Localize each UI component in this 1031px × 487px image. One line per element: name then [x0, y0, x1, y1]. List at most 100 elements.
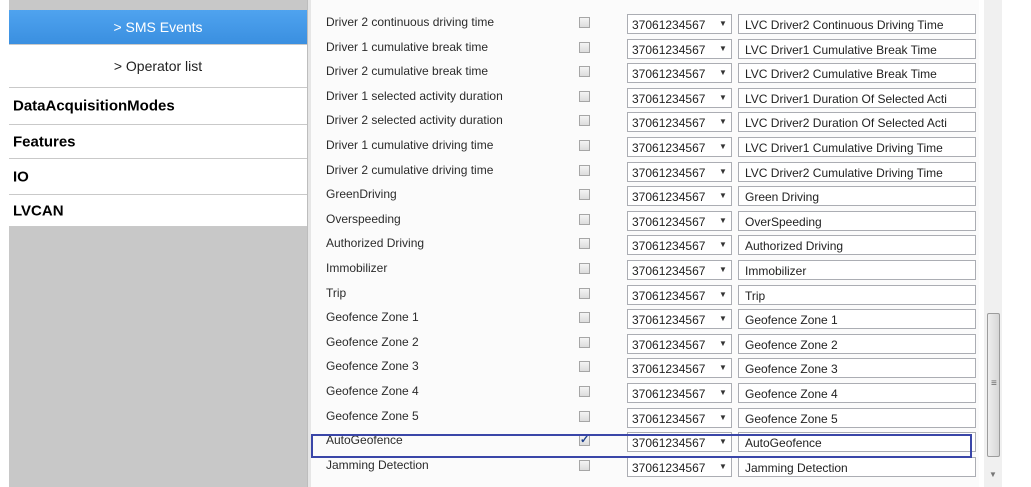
sms-text-field[interactable]: Green Driving	[738, 186, 976, 206]
chevron-down-icon[interactable]: ▼	[715, 15, 731, 33]
enable-checkbox[interactable]	[579, 460, 590, 471]
chevron-down-icon[interactable]: ▼	[715, 359, 731, 377]
event-name: Geofence Zone 3	[326, 359, 419, 373]
sms-text-value: Authorized Driving	[745, 239, 844, 253]
enable-checkbox[interactable]	[579, 312, 590, 323]
enable-checkbox[interactable]	[579, 42, 590, 53]
chevron-down-icon[interactable]: ▼	[715, 64, 731, 82]
sms-text-field[interactable]: Trip	[738, 285, 976, 305]
nav-item-dataacquisitionmodes[interactable]: DataAcquisitionModes	[9, 88, 307, 125]
phone-number-dropdown[interactable]: 37061234567 ▼	[627, 88, 732, 108]
chevron-down-icon[interactable]: ▼	[715, 187, 731, 205]
phone-number-dropdown[interactable]: 37061234567 ▼	[627, 260, 732, 280]
enable-checkbox[interactable]	[579, 214, 590, 225]
phone-number-value: 37061234567	[632, 436, 706, 450]
chevron-down-icon[interactable]: ▼	[715, 335, 731, 353]
phone-number-dropdown[interactable]: 37061234567 ▼	[627, 457, 732, 477]
enable-checkbox[interactable]	[579, 386, 590, 397]
phone-number-dropdown[interactable]: 37061234567 ▼	[627, 112, 732, 132]
chevron-down-icon[interactable]: ▼	[715, 89, 731, 107]
enable-checkbox[interactable]	[579, 165, 590, 176]
enable-checkbox[interactable]	[579, 115, 590, 126]
table-row: Geofence Zone 2 37061234567 ▼ Geofence Zone…	[311, 332, 979, 356]
scroll-down-arrow-icon[interactable]: ▼	[989, 470, 997, 479]
chevron-down-icon[interactable]: ▼	[715, 40, 731, 58]
sms-text-field[interactable]: LVC Driver1 Cumulative Break Time	[738, 39, 976, 59]
sms-text-field[interactable]: OverSpeeding	[738, 211, 976, 231]
enable-checkbox[interactable]	[579, 66, 590, 77]
chevron-down-icon[interactable]: ▼	[715, 286, 731, 304]
phone-number-dropdown[interactable]: 37061234567 ▼	[627, 137, 732, 157]
sms-text-field[interactable]: Authorized Driving	[738, 235, 976, 255]
nav-item-io[interactable]: IO	[9, 159, 307, 195]
event-name: GreenDriving	[326, 187, 397, 201]
phone-number-dropdown[interactable]: 37061234567 ▼	[627, 14, 732, 34]
sms-text-value: LVC Driver1 Cumulative Driving Time	[745, 141, 943, 155]
chevron-down-icon[interactable]: ▼	[715, 458, 731, 476]
chevron-down-icon[interactable]: ▼	[715, 261, 731, 279]
sms-text-field[interactable]: LVC Driver1 Duration Of Selected Acti	[738, 88, 976, 108]
enable-checkbox[interactable]	[579, 288, 590, 299]
chevron-down-icon[interactable]: ▼	[715, 113, 731, 131]
sms-text-field[interactable]: LVC Driver2 Continuous Driving Time	[738, 14, 976, 34]
phone-number-dropdown[interactable]: 37061234567 ▼	[627, 432, 732, 452]
sms-text-field[interactable]: Geofence Zone 2	[738, 334, 976, 354]
phone-number-dropdown[interactable]: 37061234567 ▼	[627, 39, 732, 59]
sms-text-field[interactable]: LVC Driver2 Cumulative Driving Time	[738, 162, 976, 182]
sms-text-field[interactable]: Geofence Zone 1	[738, 309, 976, 329]
enable-checkbox[interactable]	[579, 238, 590, 249]
nav-item-label: > Operator list	[113, 58, 203, 74]
nav-item-label: Features	[13, 133, 76, 150]
nav-item-operator-list[interactable]: > Operator list	[9, 45, 307, 88]
chevron-down-icon[interactable]: ▼	[715, 212, 731, 230]
chevron-down-icon[interactable]: ▼	[715, 138, 731, 156]
enable-checkbox[interactable]	[579, 433, 590, 446]
nav-item-lvcan[interactable]: LVCAN	[9, 195, 307, 227]
phone-number-dropdown[interactable]: 37061234567 ▼	[627, 186, 732, 206]
phone-number-dropdown[interactable]: 37061234567 ▼	[627, 309, 732, 329]
chevron-down-icon[interactable]: ▼	[715, 384, 731, 402]
chevron-down-icon[interactable]: ▼	[715, 433, 731, 451]
phone-number-dropdown[interactable]: 37061234567 ▼	[627, 383, 732, 403]
chevron-down-icon[interactable]: ▼	[715, 236, 731, 254]
sms-text-field[interactable]: LVC Driver2 Cumulative Break Time	[738, 63, 976, 83]
sms-text-field[interactable]: Geofence Zone 5	[738, 408, 976, 428]
phone-number-dropdown[interactable]: 37061234567 ▼	[627, 285, 732, 305]
scrollbar-thumb[interactable]: ≡	[987, 313, 1000, 457]
chevron-down-icon[interactable]: ▼	[715, 310, 731, 328]
sms-text-field[interactable]: Geofence Zone 4	[738, 383, 976, 403]
phone-number-dropdown[interactable]: 37061234567 ▼	[627, 358, 732, 378]
sms-text-field[interactable]: LVC Driver1 Cumulative Driving Time	[738, 137, 976, 157]
phone-number-dropdown[interactable]: 37061234567 ▼	[627, 162, 732, 182]
sms-text-field[interactable]: Jamming Detection	[738, 457, 976, 477]
phone-number-value: 37061234567	[632, 18, 706, 32]
phone-number-dropdown[interactable]: 37061234567 ▼	[627, 408, 732, 428]
sms-text-field[interactable]: AutoGeofence	[738, 432, 976, 452]
vertical-scrollbar[interactable]: ≡ ▼	[984, 0, 1002, 487]
phone-number-value: 37061234567	[632, 239, 706, 253]
enable-checkbox[interactable]	[579, 411, 590, 422]
enable-checkbox[interactable]	[579, 263, 590, 274]
nav-item-sms-events[interactable]: > SMS Events	[9, 10, 307, 45]
chevron-down-icon[interactable]: ▼	[715, 409, 731, 427]
enable-checkbox[interactable]	[579, 337, 590, 348]
phone-number-dropdown[interactable]: 37061234567 ▼	[627, 334, 732, 354]
event-name: Driver 2 cumulative break time	[326, 64, 489, 78]
sms-text-value: LVC Driver1 Cumulative Break Time	[745, 43, 937, 57]
nav-item-features[interactable]: Features	[9, 125, 307, 159]
phone-number-dropdown[interactable]: 37061234567 ▼	[627, 211, 732, 231]
sms-text-field[interactable]: Immobilizer	[738, 260, 976, 280]
enable-checkbox[interactable]	[579, 91, 590, 102]
enable-checkbox[interactable]	[579, 361, 590, 372]
event-name: Geofence Zone 2	[326, 335, 419, 349]
enable-checkbox[interactable]	[579, 189, 590, 200]
sms-text-field[interactable]: LVC Driver2 Duration Of Selected Acti	[738, 112, 976, 132]
phone-number-value: 37061234567	[632, 67, 706, 81]
phone-number-dropdown[interactable]: 37061234567 ▼	[627, 235, 732, 255]
phone-number-dropdown[interactable]: 37061234567 ▼	[627, 63, 732, 83]
event-name: Driver 1 selected activity duration	[326, 89, 503, 103]
chevron-down-icon[interactable]: ▼	[715, 163, 731, 181]
enable-checkbox[interactable]	[579, 140, 590, 151]
sms-text-field[interactable]: Geofence Zone 3	[738, 358, 976, 378]
enable-checkbox[interactable]	[579, 17, 590, 28]
